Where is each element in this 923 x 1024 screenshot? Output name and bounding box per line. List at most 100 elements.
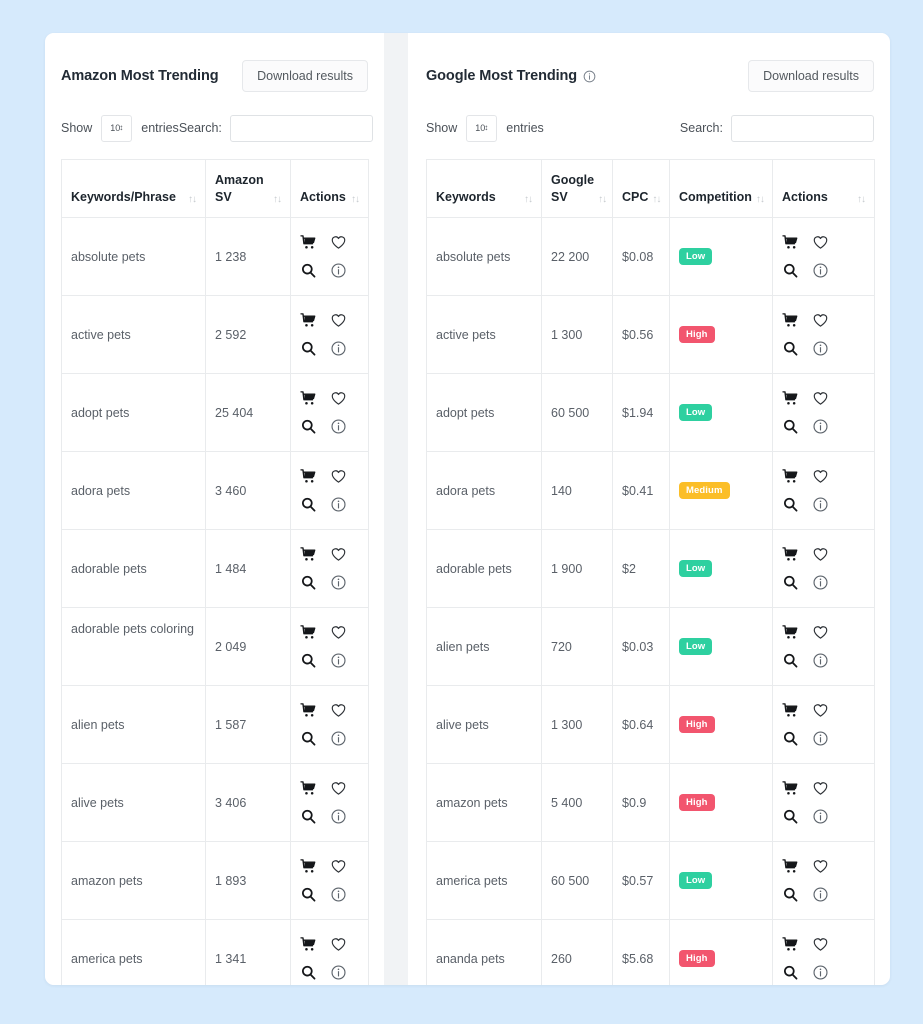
info-icon[interactable] (330, 262, 347, 279)
search-icon[interactable] (782, 886, 799, 903)
favorite-icon[interactable] (812, 624, 829, 641)
info-icon[interactable] (812, 574, 829, 591)
add-to-cart-icon[interactable] (782, 858, 799, 875)
info-icon[interactable] (812, 418, 829, 435)
google-page-length-select[interactable]: 10 ↕ (466, 114, 498, 142)
info-icon[interactable] (330, 964, 347, 981)
search-icon[interactable] (782, 418, 799, 435)
add-to-cart-icon[interactable] (782, 624, 799, 641)
info-icon[interactable] (812, 262, 829, 279)
info-icon[interactable] (330, 340, 347, 357)
favorite-icon[interactable] (812, 702, 829, 719)
favorite-icon[interactable] (330, 234, 347, 251)
search-icon[interactable] (300, 886, 317, 903)
info-icon[interactable] (330, 886, 347, 903)
favorite-icon[interactable] (330, 936, 347, 953)
favorite-icon[interactable] (812, 780, 829, 797)
google-col-actions[interactable]: Actions ↑↓ (772, 159, 875, 218)
add-to-cart-icon[interactable] (300, 468, 317, 485)
search-icon[interactable] (300, 418, 317, 435)
google-col-keywords[interactable]: Keywords ↑↓ (426, 159, 542, 218)
google-col-sv[interactable]: Google SV ↑↓ (541, 159, 613, 218)
add-to-cart-icon[interactable] (300, 312, 317, 329)
search-icon[interactable] (300, 730, 317, 747)
amazon-page-length-select[interactable]: 10 ↕ (101, 114, 133, 142)
search-icon[interactable] (300, 340, 317, 357)
add-to-cart-icon[interactable] (300, 936, 317, 953)
info-icon[interactable] (812, 652, 829, 669)
status-badge: Low (679, 637, 713, 656)
search-icon[interactable] (782, 652, 799, 669)
amazon-col-sv[interactable]: Amazon SV ↑↓ (205, 159, 291, 218)
add-to-cart-icon[interactable] (300, 546, 317, 563)
add-to-cart-icon[interactable] (782, 234, 799, 251)
google-sv-cell: 1 300 (541, 685, 613, 764)
add-to-cart-icon[interactable] (300, 780, 317, 797)
favorite-icon[interactable] (330, 468, 347, 485)
favorite-icon[interactable] (812, 390, 829, 407)
search-icon[interactable] (300, 262, 317, 279)
info-icon[interactable] (330, 730, 347, 747)
add-to-cart-icon[interactable] (300, 624, 317, 641)
info-icon[interactable] (812, 808, 829, 825)
favorite-icon[interactable] (812, 936, 829, 953)
search-icon[interactable] (300, 808, 317, 825)
favorite-icon[interactable] (330, 858, 347, 875)
info-icon[interactable] (812, 730, 829, 747)
add-to-cart-icon[interactable] (300, 858, 317, 875)
search-icon[interactable] (782, 340, 799, 357)
favorite-icon[interactable] (812, 468, 829, 485)
favorite-icon[interactable] (330, 546, 347, 563)
favorite-icon[interactable] (812, 546, 829, 563)
amazon-col-keywords[interactable]: Keywords/Phrase ↑↓ (61, 159, 206, 218)
search-icon[interactable] (300, 496, 317, 513)
info-icon[interactable] (812, 886, 829, 903)
amazon-col-actions[interactable]: Actions ↑↓ (290, 159, 369, 218)
google-download-results-button[interactable]: Download results (748, 59, 874, 93)
google-col-competition[interactable]: Competition ↑↓ (669, 159, 773, 218)
add-to-cart-icon[interactable] (782, 312, 799, 329)
add-to-cart-icon[interactable] (782, 936, 799, 953)
info-icon[interactable] (330, 808, 347, 825)
search-icon[interactable] (782, 262, 799, 279)
favorite-icon[interactable] (812, 234, 829, 251)
search-icon[interactable] (782, 496, 799, 513)
google-search-group: Search: (680, 114, 874, 142)
info-icon[interactable] (812, 496, 829, 513)
add-to-cart-icon[interactable] (300, 702, 317, 719)
amazon-search-input[interactable] (229, 114, 373, 142)
google-col-competition-label: Competition (679, 190, 752, 205)
info-icon[interactable] (330, 652, 347, 669)
info-icon[interactable] (812, 340, 829, 357)
favorite-icon[interactable] (330, 702, 347, 719)
info-icon[interactable] (330, 418, 347, 435)
add-to-cart-icon[interactable] (782, 468, 799, 485)
add-to-cart-icon[interactable] (300, 234, 317, 251)
search-icon[interactable] (782, 574, 799, 591)
info-icon[interactable] (812, 964, 829, 981)
google-search-input[interactable] (731, 114, 874, 142)
info-icon[interactable] (330, 574, 347, 591)
info-icon[interactable] (583, 70, 596, 83)
add-to-cart-icon[interactable] (782, 390, 799, 407)
favorite-icon[interactable] (812, 858, 829, 875)
search-icon[interactable] (782, 730, 799, 747)
favorite-icon[interactable] (330, 312, 347, 329)
table-row: adopt pets 25 404 (61, 373, 369, 452)
search-icon[interactable] (300, 652, 317, 669)
add-to-cart-icon[interactable] (782, 780, 799, 797)
amazon-download-results-button[interactable]: Download results (242, 59, 368, 93)
favorite-icon[interactable] (330, 780, 347, 797)
search-icon[interactable] (782, 964, 799, 981)
search-icon[interactable] (300, 574, 317, 591)
favorite-icon[interactable] (330, 390, 347, 407)
add-to-cart-icon[interactable] (782, 546, 799, 563)
add-to-cart-icon[interactable] (782, 702, 799, 719)
add-to-cart-icon[interactable] (300, 390, 317, 407)
google-col-cpc[interactable]: CPC ↑↓ (612, 159, 670, 218)
favorite-icon[interactable] (812, 312, 829, 329)
favorite-icon[interactable] (330, 624, 347, 641)
search-icon[interactable] (782, 808, 799, 825)
search-icon[interactable] (300, 964, 317, 981)
info-icon[interactable] (330, 496, 347, 513)
